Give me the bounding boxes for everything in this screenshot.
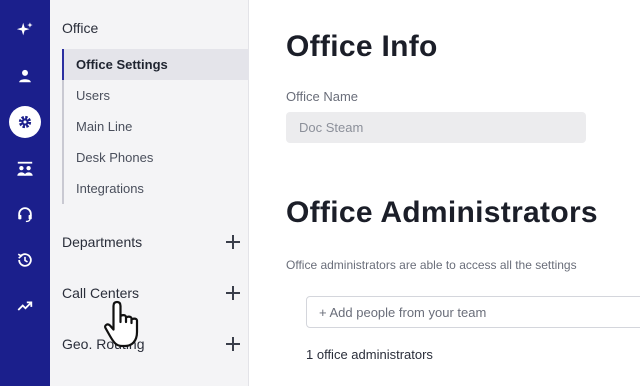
hand-cursor-icon: [104, 300, 139, 348]
admins-description: Office administrators are able to access…: [286, 258, 577, 272]
office-name-label: Office Name: [286, 89, 359, 104]
sidebar-item-office-settings[interactable]: Office Settings: [62, 49, 249, 80]
add-people-input[interactable]: + Add people from your team: [306, 296, 640, 328]
sidebar-item-users[interactable]: Users: [64, 80, 249, 111]
sparkle-icon[interactable]: [9, 14, 41, 46]
section-call-centers[interactable]: Call Centers: [62, 282, 240, 304]
trending-icon[interactable]: [9, 290, 41, 322]
headset-icon[interactable]: [9, 198, 41, 230]
section-geo-routing[interactable]: Geo. Routing: [62, 333, 240, 355]
sidebar-item-main-line[interactable]: Main Line: [64, 111, 249, 142]
office-sub-nav: Office Settings Users Main Line Desk Pho…: [62, 49, 249, 204]
sidebar-item-desk-phones[interactable]: Desk Phones: [64, 142, 249, 173]
plus-icon[interactable]: [226, 337, 240, 351]
sidebar-item-integrations[interactable]: Integrations: [64, 173, 249, 204]
admins-count: 1 office administrators: [306, 347, 433, 362]
admins-title: Office Administrators: [286, 196, 598, 229]
office-name-field[interactable]: Doc Steam: [286, 112, 586, 143]
settings-sidebar: Office Office Settings Users Main Line D…: [50, 0, 249, 386]
team-icon[interactable]: [9, 153, 41, 185]
person-icon[interactable]: [9, 60, 41, 92]
section-label-departments: Departments: [62, 234, 143, 250]
plus-icon[interactable]: [226, 235, 240, 249]
app-rail: [0, 0, 50, 386]
gear-icon[interactable]: [9, 106, 41, 138]
history-icon[interactable]: [9, 244, 41, 276]
plus-icon[interactable]: [226, 286, 240, 300]
page-title: Office Info: [286, 30, 438, 63]
sidebar-heading-office: Office: [62, 20, 99, 36]
section-departments[interactable]: Departments: [62, 231, 240, 253]
main-content: Office Info Office Name Doc Steam Office…: [250, 0, 640, 386]
